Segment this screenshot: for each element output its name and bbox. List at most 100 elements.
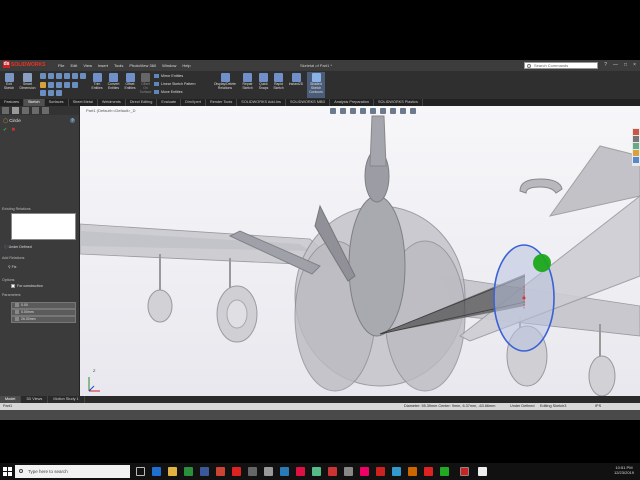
outlook-icon[interactable] [280,467,289,476]
previous-view-icon[interactable] [350,108,356,114]
property-manager-icon[interactable] [12,107,19,114]
powerpoint-icon[interactable] [216,467,225,476]
slot-icon[interactable] [56,73,62,79]
offset-on-surface-button[interactable]: Offset On Surface [139,72,152,98]
app-icon-6[interactable] [344,467,353,476]
linear-pattern-button[interactable]: Linear Sketch Pattern [154,82,196,87]
shaded-sketch-contours-button[interactable]: Shaded Sketch Contours [307,72,325,98]
graphics-area[interactable]: Part1 (Default<<Default>_D Z [80,106,640,396]
tab-model[interactable]: Model [0,396,22,403]
centerline-icon[interactable] [64,82,70,88]
move-entities-button[interactable]: Move Entities [154,90,183,95]
menu-edit[interactable]: Edit [70,63,77,68]
status-units[interactable]: IPS [595,404,601,408]
parameters-header[interactable]: Parameters [2,293,21,297]
solidworks-taskbar-icon[interactable] [376,467,385,476]
app-icon-7[interactable] [360,467,369,476]
smart-dimension-button[interactable]: Smart Dimension [19,72,36,98]
convert-entities-button[interactable]: Convert Entities [106,72,121,98]
view-orientation-icon[interactable] [370,108,376,114]
point-icon[interactable] [72,73,78,79]
sketch-chamfer-icon[interactable] [72,82,78,88]
menu-file[interactable]: File [58,63,64,68]
app-icon-1[interactable] [248,467,257,476]
tab-addins[interactable]: SOLIDWORKS Add-Ins [237,99,286,106]
mirror-entities-button[interactable]: Mirror Entities [154,74,183,79]
instant2d-button[interactable]: Instant2D [287,72,305,98]
design-library-icon[interactable] [633,143,639,149]
menu-insert[interactable]: Insert [98,63,108,68]
acrobat-icon[interactable] [232,467,241,476]
tab-dimxpert[interactable]: DimXpert [181,99,206,106]
quick-snaps-button[interactable]: Quick Snaps [257,72,270,98]
zoom-area-icon[interactable] [340,108,346,114]
configuration-manager-icon[interactable] [22,107,29,114]
fix-relation[interactable]: ⚲ Fix [8,265,16,269]
file-explorer-icon[interactable] [633,150,639,156]
menu-window[interactable]: Window [162,63,176,68]
aircraft-model[interactable] [80,106,640,396]
menu-view[interactable]: View [83,63,92,68]
app-icon-3[interactable] [296,467,305,476]
repair-sketch-button[interactable]: Repair Sketch [240,72,255,98]
appearances-icon[interactable] [633,157,639,163]
task-view-icon[interactable] [136,467,145,476]
app-icon-11[interactable] [440,467,449,476]
relations-list[interactable] [11,213,76,240]
trim-entities-button[interactable]: Trim Entities [90,72,104,98]
menu-photoview[interactable]: PhotoView 360 [129,63,156,68]
plane-icon[interactable] [80,73,86,79]
add-relations-header[interactable]: Add Relations [2,256,24,260]
for-construction-checkbox[interactable]: For construction [11,284,43,289]
tab-3d-views[interactable]: 3D Views [21,396,49,403]
tab-features[interactable]: Features [0,99,24,106]
line-icon[interactable] [40,73,46,79]
existing-relations-header[interactable]: Existing Relations [2,207,31,211]
options-header[interactable]: Options [2,278,14,282]
exit-sketch-button[interactable]: Exit Sketch [2,72,16,98]
display-manager-icon[interactable] [42,107,49,114]
taskbar-search-input[interactable]: Type here to search [15,465,130,478]
tab-direct-editing[interactable]: Direct Editing [126,99,158,106]
fillet-icon[interactable] [56,90,62,96]
tab-render-tools[interactable]: Render Tools [206,99,238,106]
resources-icon[interactable] [633,136,639,142]
edge-icon[interactable] [152,467,161,476]
active-solidworks-icon[interactable] [460,467,469,476]
ok-button[interactable]: ✔ [3,127,7,133]
tab-weldments[interactable]: Weldments [98,99,126,106]
app-icon-10[interactable] [424,467,433,476]
radius-field[interactable]: 26.00mm [11,316,76,323]
app-icon-5[interactable] [328,467,337,476]
appearance-icon[interactable] [400,108,406,114]
spline-icon[interactable] [40,90,46,96]
close-button[interactable]: × [633,62,636,69]
solidworks-logo[interactable]: ds SOLIDWORKS [3,61,53,70]
system-clock[interactable]: 10:51 PM 12/23/2019 [614,465,634,475]
tab-surfaces[interactable]: Surfaces [45,99,69,106]
zoom-to-fit-icon[interactable] [330,108,336,114]
search-commands-input[interactable]: Search Commands [524,62,598,69]
display-delete-relations-button[interactable]: Display/Delete Relations [213,72,237,98]
windows-start-icon[interactable] [3,467,12,476]
tab-sketch[interactable]: Sketch [23,99,45,106]
tab-sheet-metal[interactable]: Sheet Metal [69,99,98,106]
help-button[interactable]: ? [604,62,607,69]
rapid-sketch-button[interactable]: Rapid Sketch [272,72,285,98]
file-explorer-icon[interactable] [168,467,177,476]
app-icon-12[interactable] [478,467,487,476]
rotate-handle-icon[interactable] [533,254,551,272]
cancel-button[interactable]: ✖ [11,127,15,133]
section-view-icon[interactable] [360,108,366,114]
app-icon-8[interactable] [392,467,401,476]
tab-analysis-preparation[interactable]: Analysis Preparation [330,99,375,106]
breadcrumb[interactable]: Part1 (Default<<Default>_D [86,108,135,113]
tab-mbd[interactable]: SOLIDWORKS MBD [286,99,331,106]
feature-tree-icon[interactable] [2,107,9,114]
maximize-button[interactable]: □ [624,62,627,69]
dimxpert-manager-icon[interactable] [32,107,39,114]
text-icon[interactable] [64,73,70,79]
help-icon[interactable]: ? [70,118,75,123]
ellipse-icon[interactable] [48,90,54,96]
menu-tools[interactable]: Tools [114,63,123,68]
